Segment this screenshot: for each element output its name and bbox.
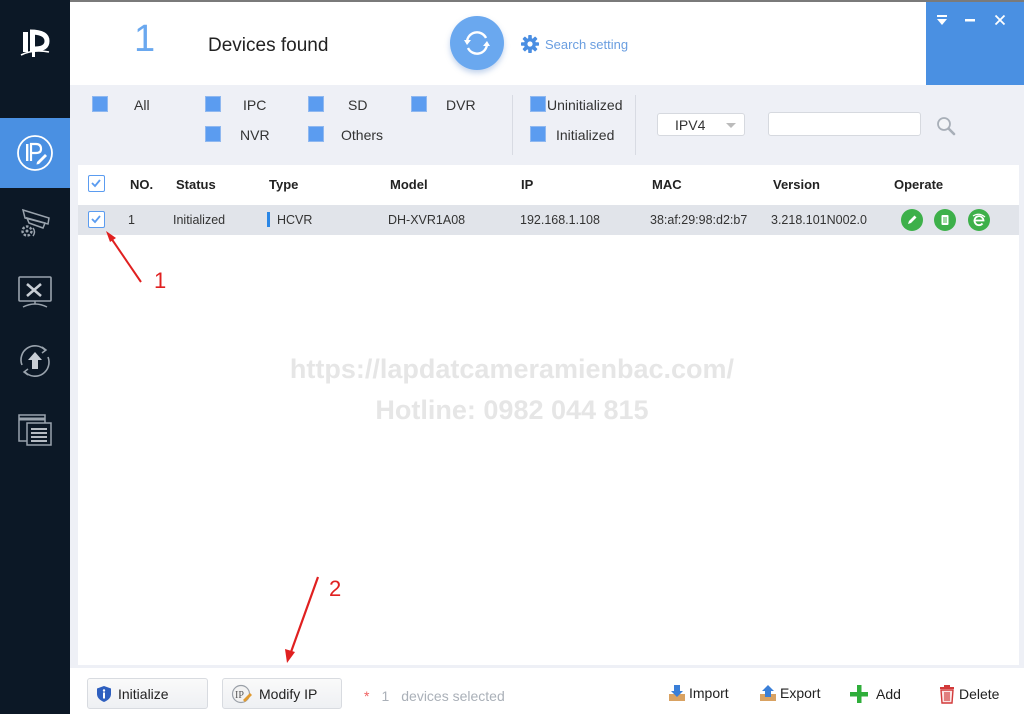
config-tool-window: 1 Devices found Search setting All IPC S… <box>0 0 1024 714</box>
modify-ip-button[interactable]: IP Modify IP <box>222 678 342 709</box>
delete-button[interactable]: Delete <box>938 684 999 704</box>
delete-label: Delete <box>959 686 1000 702</box>
annotation-step-1: 1 <box>154 268 167 293</box>
add-label: Add <box>876 686 901 702</box>
annotation-step-2: 2 <box>329 576 342 601</box>
selection-status: * 1 devices selected <box>364 688 505 704</box>
export-label: Export <box>780 685 821 701</box>
svg-text:IP: IP <box>235 690 244 701</box>
annotation-arrow-1 <box>106 231 142 283</box>
shield-info-icon <box>97 685 111 702</box>
initialize-button[interactable]: Initialize <box>87 678 208 709</box>
annotation-arrows <box>106 231 320 663</box>
import-icon <box>669 685 685 701</box>
ip-edit-icon: IP <box>231 684 252 703</box>
modify-ip-label: Modify IP <box>259 685 318 702</box>
plus-icon <box>850 685 868 703</box>
annotation-arrow-2 <box>285 576 320 663</box>
import-label: Import <box>689 685 729 701</box>
import-button[interactable]: Import <box>668 684 729 702</box>
export-button[interactable]: Export <box>759 684 820 702</box>
initialize-label: Initialize <box>118 685 169 702</box>
selected-text: devices selected <box>401 688 505 704</box>
export-icon <box>760 685 776 701</box>
required-star: * <box>364 688 370 704</box>
trash-icon <box>940 685 954 704</box>
add-button[interactable]: Add <box>849 684 901 704</box>
footer-toolbar: Initialize IP Modify IP * 1 devices select… <box>70 668 1024 714</box>
selected-count: 1 <box>381 688 390 704</box>
